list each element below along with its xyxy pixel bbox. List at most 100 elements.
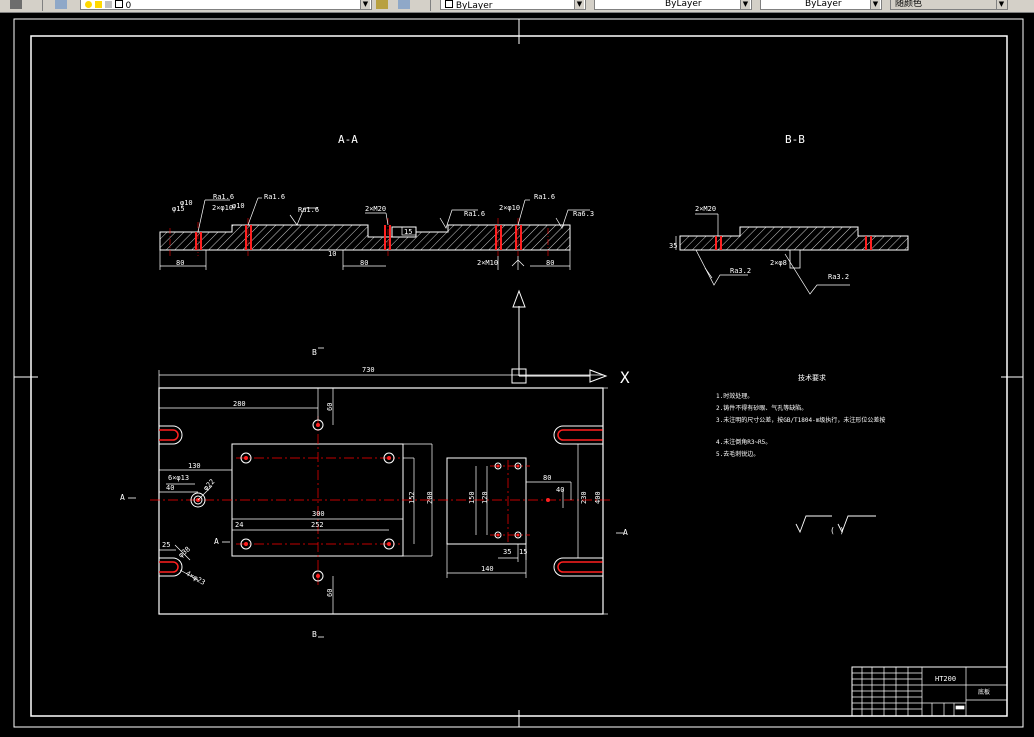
u-slots <box>159 425 603 577</box>
note-line: 4.未注倒角R3~R5。 <box>716 438 771 446</box>
layers-icon[interactable] <box>55 0 67 9</box>
chevron-down-icon[interactable]: ▼ <box>360 0 370 9</box>
dim-label: 80 <box>176 259 184 267</box>
section-mark: A <box>120 493 125 502</box>
roughness-label: Ra1.6 <box>213 193 234 201</box>
roughness-label: Ra3.2 <box>828 273 849 281</box>
layer-combo[interactable]: 0 ▼ <box>80 0 372 10</box>
section-bb-body <box>679 226 909 251</box>
section-mark: B <box>312 630 317 639</box>
dim-label: 15 <box>404 228 412 236</box>
dim-label: 80 <box>360 259 368 267</box>
linetype-combo-value: ByLayer <box>665 0 702 9</box>
dim-label: 252 <box>311 521 324 529</box>
dim-label: 4×φ23 <box>184 569 206 586</box>
ucs-x-label: X <box>620 368 630 387</box>
properties-toolbar: 0 ▼ ByLayer ▼ ByLayer ▼ ByLayer ▼ 随颜色 ▼ <box>0 0 1034 13</box>
note-line: 3.未注明的尺寸公差，按GB/T1804-m级执行，未注形位公差按 <box>716 416 885 424</box>
dim-label: 35 <box>503 548 511 556</box>
dim-label: 280 <box>233 400 246 408</box>
dim-label: 140 <box>481 565 494 573</box>
roughness-label: Ra1.6 <box>534 193 555 201</box>
chevron-down-icon[interactable]: ▼ <box>740 0 750 9</box>
part-name-label: 底板 <box>978 688 990 696</box>
toolbar-separator <box>42 0 43 11</box>
dim-label: 60 <box>326 589 334 597</box>
dim-label: 2×M10 <box>477 259 498 267</box>
dim-label: 300 <box>312 510 325 518</box>
lightbulb-icon <box>85 1 92 8</box>
section-aa-view: φ15 φ10 Ra1.6 2×φ10 Ra1.6 φ10 Ra1.6 2×M2… <box>159 193 594 270</box>
roughness-note: ( ) <box>830 526 844 535</box>
dim-label: 2×φ10 <box>499 204 520 212</box>
ucs-icon: X <box>511 289 630 387</box>
note-line: 2.铸件不得有砂眼、气孔等缺陷。 <box>716 404 807 412</box>
roughness-symbols: ( ) <box>795 515 876 535</box>
ucs-x-arrow <box>589 369 608 383</box>
dim-label: φ10 <box>232 202 245 210</box>
lineweight-combo-value: ByLayer <box>805 0 842 9</box>
dim-label: 80 <box>546 259 554 267</box>
dim-label: 400 <box>594 491 602 504</box>
roughness-label: Ra1.6 <box>298 206 319 214</box>
plan-view: 730 280 60 130 6×φ13 40 φ22 300 252 24 1… <box>120 347 628 639</box>
note-line: 5.去毛刺锐边。 <box>716 450 759 458</box>
dim-label: 730 <box>362 366 375 374</box>
dim-label: 2×φ8 <box>770 259 787 267</box>
note-line: 1.时效处理。 <box>716 392 753 400</box>
dim-label: 24 <box>235 521 243 529</box>
color-swatch-icon <box>445 0 453 8</box>
dim-label: φ10 <box>180 199 193 207</box>
make-layer-current-icon[interactable] <box>376 0 388 9</box>
section-aa-body <box>159 224 571 251</box>
color-combo[interactable]: ByLayer ▼ <box>440 0 586 10</box>
section-bb-view: 2×M20 35 2×φ8 Ra3.2 Ra3.2 <box>669 205 909 295</box>
dim-label: 80 <box>543 474 551 482</box>
plate-outline <box>158 387 604 615</box>
plotstyle-combo[interactable]: 随颜色 ▼ <box>890 0 1008 10</box>
section-mark: A <box>623 528 628 537</box>
dim-label: 6×φ13 <box>168 474 189 482</box>
technical-notes: 技术要求 1.时效处理。 2.铸件不得有砂眼、气孔等缺陷。 3.未注明的尺寸公差… <box>716 373 885 458</box>
section-aa-title: A-A <box>338 133 358 146</box>
dim-label: 2×M20 <box>365 205 386 213</box>
section-mark: A <box>214 537 219 546</box>
dim-label: 152 <box>408 491 416 504</box>
ucs-y-arrow <box>512 289 526 308</box>
linetype-combo[interactable]: ByLayer ▼ <box>594 0 752 10</box>
layer-previous-icon[interactable] <box>398 0 410 9</box>
section-bb-hole <box>789 249 801 269</box>
lineweight-combo[interactable]: ByLayer ▼ <box>760 0 882 10</box>
material-label: HT200 <box>935 675 956 683</box>
chevron-down-icon[interactable]: ▼ <box>996 0 1006 9</box>
color-swatch-icon <box>114 0 123 8</box>
dim-label: 25 <box>162 541 170 549</box>
layer-current-name: 0 <box>125 1 132 10</box>
plan-dimensions <box>158 370 608 615</box>
dim-label: 10 <box>328 250 336 258</box>
dim-label: φ38 <box>177 545 192 559</box>
dim-label: 150 <box>468 491 476 504</box>
dim-label: 2×φ10 <box>212 204 233 212</box>
dim-label: 35 <box>669 242 677 250</box>
section-bb-title: B-B <box>785 133 805 146</box>
title-block: HT200 底板 <box>851 666 1008 717</box>
layer-manager-icon[interactable] <box>10 0 22 9</box>
dim-label: 120 <box>481 491 489 504</box>
roughness-label: Ra6.3 <box>573 210 594 218</box>
drawing-canvas[interactable]: A-A φ15 φ10 Ra1.6 2×φ10 Ra1.6 φ10 Ra1.6 … <box>0 13 1034 737</box>
dim-label: 15 <box>519 548 527 556</box>
dim-label: 130 <box>188 462 201 470</box>
roughness-label: Ra3.2 <box>730 267 751 275</box>
dim-label: 230 <box>580 491 588 504</box>
color-combo-value: ByLayer <box>455 1 493 10</box>
chevron-down-icon[interactable]: ▼ <box>870 0 880 9</box>
plotstyle-combo-value: 随颜色 <box>895 0 923 9</box>
section-mark: B <box>312 348 317 357</box>
roughness-label: Ra1.6 <box>464 210 485 218</box>
sun-icon <box>94 1 102 8</box>
toolbar-separator <box>430 0 431 11</box>
notes-title: 技术要求 <box>798 373 826 382</box>
dim-label: 200 <box>426 491 434 504</box>
chevron-down-icon[interactable]: ▼ <box>574 0 584 9</box>
